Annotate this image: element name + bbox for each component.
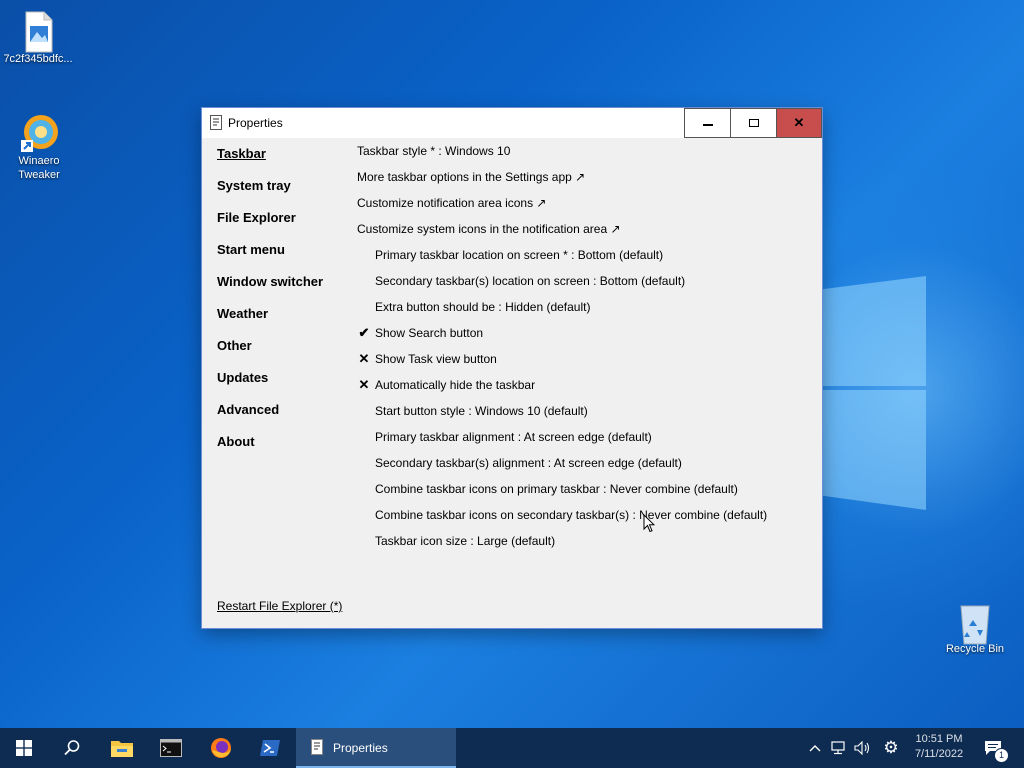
winaero-tweaker-icon: [19, 112, 59, 152]
taskbar-file-explorer[interactable]: [98, 728, 146, 768]
taskbar-command-prompt[interactable]: [147, 728, 195, 768]
search-icon: [64, 740, 80, 756]
option-show-search-button[interactable]: Show Search button: [375, 326, 483, 340]
powershell-icon: [260, 740, 280, 756]
properties-app-icon: [311, 739, 323, 755]
nav-item-weather[interactable]: Weather: [217, 306, 268, 321]
nav-item-other[interactable]: Other: [217, 338, 252, 353]
window-titlebar[interactable]: Properties ✕: [202, 108, 822, 138]
tray-overflow-button[interactable]: [804, 728, 826, 768]
option-icon-size[interactable]: Taskbar icon size : Large (default): [375, 534, 555, 548]
close-button[interactable]: ✕: [776, 108, 822, 138]
desktop-icon-recycle-bin[interactable]: Recycle Bin: [937, 600, 1013, 656]
cross-icon: ✕: [358, 377, 370, 392]
start-button[interactable]: [0, 728, 48, 768]
maximize-button[interactable]: [730, 108, 776, 138]
volume-icon: [854, 741, 870, 755]
cross-icon: ✕: [358, 351, 370, 366]
minimize-button[interactable]: [684, 108, 730, 138]
clock-time: 10:51 PM: [915, 733, 963, 745]
search-button[interactable]: [48, 728, 96, 768]
taskbar-clock[interactable]: 10:51 PM 7/11/2022: [905, 732, 973, 762]
option-system-icons-link[interactable]: Customize system icons in the notificati…: [357, 222, 621, 236]
properties-app-icon: [210, 115, 222, 130]
image-file-icon: [18, 10, 58, 53]
nav-item-advanced[interactable]: Advanced: [217, 402, 279, 417]
option-auto-hide-taskbar[interactable]: Automatically hide the taskbar: [375, 378, 535, 392]
taskbar-firefox[interactable]: [197, 728, 245, 768]
minimize-icon: [702, 124, 713, 126]
option-secondary-location[interactable]: Secondary taskbar(s) location on screen …: [375, 274, 685, 288]
option-show-task-view-button[interactable]: Show Task view button: [375, 352, 497, 366]
wallpaper-windows-logo: [822, 258, 926, 510]
restart-file-explorer-link[interactable]: Restart File Explorer (*): [217, 599, 342, 613]
mouse-cursor-icon: [643, 513, 656, 536]
desktop-icon-label: 7c2f345bdfc...: [3, 53, 73, 65]
window-title: Properties: [228, 116, 283, 130]
firefox-icon: [211, 738, 231, 758]
nav-item-about[interactable]: About: [217, 434, 255, 449]
nav-item-taskbar[interactable]: Taskbar: [217, 146, 266, 161]
nav-item-start-menu[interactable]: Start menu: [217, 242, 285, 257]
file-explorer-icon: [111, 741, 133, 757]
taskbar: Properties ⚙ 10:51 PM 7/11/2022 1: [0, 728, 1024, 768]
active-app-label: Properties: [333, 741, 388, 755]
clock-date: 7/11/2022: [914, 748, 964, 760]
windows-start-icon: [16, 740, 32, 756]
tray-settings-button[interactable]: ⚙: [879, 728, 903, 768]
taskbar-active-app[interactable]: Properties: [296, 728, 456, 768]
chevron-up-icon: [809, 745, 821, 752]
close-icon: ✕: [793, 115, 805, 130]
network-icon: [831, 741, 845, 755]
option-settings-app-link[interactable]: More taskbar options in the Settings app…: [357, 170, 585, 184]
desktop-icon-label: Winaero Tweaker: [18, 155, 60, 181]
option-primary-location[interactable]: Primary taskbar location on screen * : B…: [375, 248, 663, 262]
option-taskbar-style[interactable]: Taskbar style * : Windows 10: [357, 144, 510, 158]
nav-item-updates[interactable]: Updates: [217, 370, 268, 385]
nav-item-file-explorer[interactable]: File Explorer: [217, 210, 296, 225]
option-combine-primary[interactable]: Combine taskbar icons on primary taskbar…: [375, 482, 738, 496]
desktop-icon-image-file[interactable]: 7c2f345bdfc...: [0, 10, 76, 66]
option-notification-icons-link[interactable]: Customize notification area icons ↗: [357, 196, 546, 210]
notification-count-badge: 1: [994, 748, 1009, 763]
option-primary-alignment[interactable]: Primary taskbar alignment : At screen ed…: [375, 430, 652, 444]
option-combine-secondary[interactable]: Combine taskbar icons on secondary taskb…: [375, 508, 767, 522]
nav-item-system-tray[interactable]: System tray: [217, 178, 291, 193]
action-center-button[interactable]: 1: [978, 728, 1009, 768]
tray-network-button[interactable]: [828, 728, 850, 768]
maximize-icon: [748, 119, 759, 127]
tray-volume-button[interactable]: [852, 728, 874, 768]
taskbar-powershell[interactable]: [246, 728, 294, 768]
command-prompt-icon: [160, 739, 182, 757]
option-extra-button[interactable]: Extra button should be : Hidden (default…: [375, 300, 590, 314]
option-start-button-style[interactable]: Start button style : Windows 10 (default…: [375, 404, 588, 418]
recycle-bin-icon: [955, 600, 995, 645]
gear-icon: ⚙: [883, 738, 899, 757]
check-icon: ✔: [358, 325, 370, 340]
properties-window: Properties ✕ Taskbar System tray File Ex…: [202, 108, 822, 628]
desktop-icon-winaero-tweaker[interactable]: Winaero Tweaker: [1, 112, 77, 182]
nav-item-window-switcher[interactable]: Window switcher: [217, 274, 323, 289]
option-secondary-alignment[interactable]: Secondary taskbar(s) alignment : At scre…: [375, 456, 682, 470]
